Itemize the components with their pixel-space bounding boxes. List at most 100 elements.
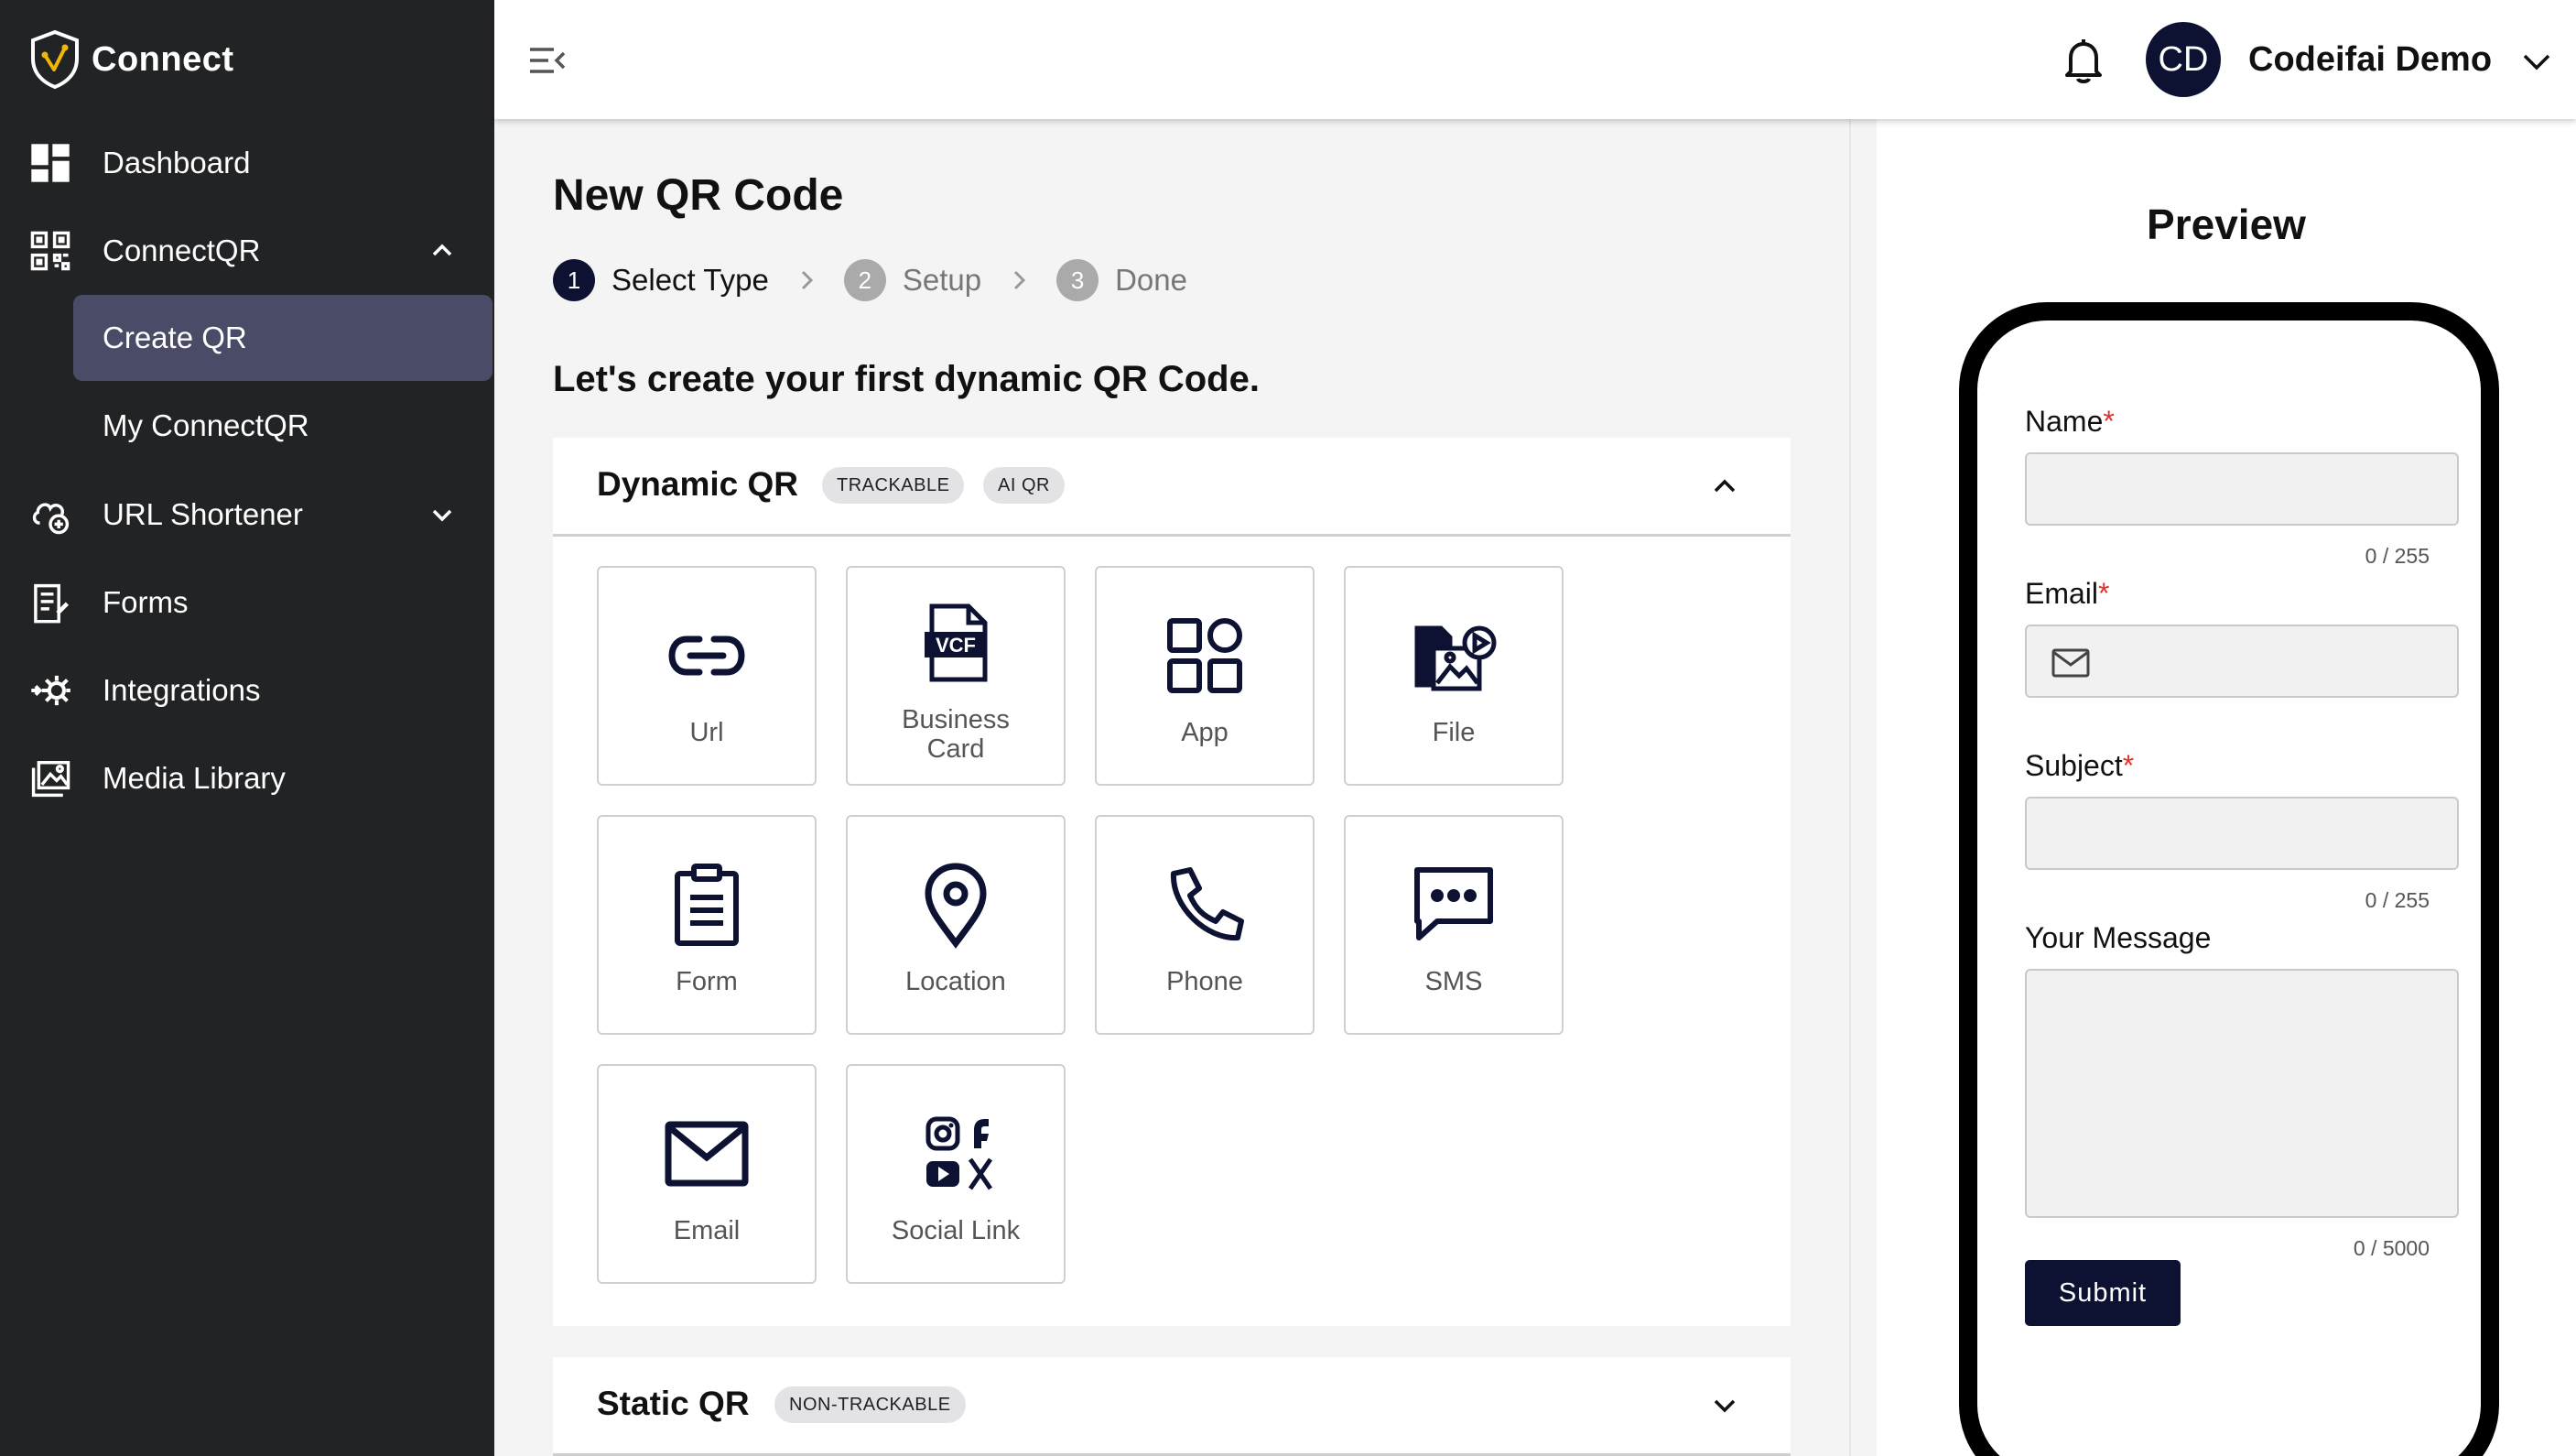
sidebar: Connect Dashboard ConnectQR Create QR My… xyxy=(0,0,494,1456)
file-media-icon xyxy=(1346,612,1562,700)
svg-text:VCF: VCF xyxy=(936,634,976,657)
brand-logo[interactable]: Connect xyxy=(29,29,234,90)
email-label: Email* xyxy=(2025,577,2109,611)
topbar: CD Codeifai Demo xyxy=(494,0,2576,119)
bell-icon[interactable] xyxy=(2058,35,2109,86)
static-qr-section: Static QR NON-TRACKABLE xyxy=(553,1357,1791,1456)
tile-label: SMS xyxy=(1424,967,1483,996)
sidebar-item-forms[interactable]: Forms xyxy=(0,560,494,645)
dynamic-qr-header[interactable]: Dynamic QR TRACKABLE AI QR xyxy=(553,438,1791,537)
tile-label: Location xyxy=(905,967,1006,996)
chevron-right-icon xyxy=(801,270,813,290)
section-title: Dynamic QR xyxy=(597,465,799,503)
menu-collapse-icon[interactable] xyxy=(527,42,568,79)
qr-type-app[interactable]: App xyxy=(1095,566,1315,786)
step-number: 3 xyxy=(1056,259,1099,301)
dynamic-qr-section: Dynamic QR TRACKABLE AI QR Url VCF Busin… xyxy=(553,438,1791,1326)
required-mark: * xyxy=(2098,577,2110,610)
qr-type-location[interactable]: Location xyxy=(846,815,1066,1035)
envelope-icon xyxy=(599,1110,815,1198)
sidebar-item-create-qr[interactable]: Create QR xyxy=(73,295,492,381)
tile-label: App xyxy=(1181,718,1228,747)
link-icon xyxy=(599,612,815,700)
step-label: Done xyxy=(1115,263,1187,297)
avatar[interactable]: CD xyxy=(2146,22,2221,97)
preview-panel: Preview Name* 0 / 255 Email* Subject* 0 … xyxy=(1877,119,2576,1456)
sidebar-item-label: Forms xyxy=(103,585,189,619)
submit-button[interactable]: Submit xyxy=(2025,1260,2181,1326)
qr-type-url[interactable]: Url xyxy=(597,566,817,786)
column-divider xyxy=(1849,119,1877,1456)
mail-icon xyxy=(2051,648,2090,678)
tile-label: File xyxy=(1432,718,1476,747)
step-label: Setup xyxy=(902,263,982,297)
sidebar-item-integrations[interactable]: Integrations xyxy=(0,648,494,733)
forms-icon xyxy=(27,580,73,625)
email-field[interactable] xyxy=(2025,625,2459,698)
message-char-counter: 0 / 5000 xyxy=(2353,1236,2430,1260)
subheading: Let's create your first dynamic QR Code. xyxy=(553,359,1260,399)
sidebar-item-label: Media Library xyxy=(103,761,286,795)
user-name[interactable]: Codeifai Demo xyxy=(2248,40,2492,80)
sidebar-item-label: ConnectQR xyxy=(103,234,261,267)
social-icons xyxy=(848,1110,1064,1198)
sms-icon xyxy=(1346,861,1562,949)
field-label-text: Name xyxy=(2025,405,2104,438)
ai-qr-badge: AI QR xyxy=(983,467,1065,504)
section-title: Static QR xyxy=(597,1385,750,1422)
qr-type-file[interactable]: File xyxy=(1344,566,1564,786)
app-grid-icon xyxy=(1097,612,1313,700)
step-select-type: 1 Select Type xyxy=(553,259,769,301)
phone-icon xyxy=(1097,861,1313,949)
qr-type-business-card[interactable]: VCF Business Card xyxy=(846,566,1066,786)
phone-frame: Name* 0 / 255 Email* Subject* 0 / 255 Yo… xyxy=(1959,302,2499,1456)
chevron-right-icon xyxy=(1014,270,1026,290)
chevron-down-icon[interactable] xyxy=(2521,48,2552,75)
brand-name: Connect xyxy=(92,39,234,79)
static-qr-header[interactable]: Static QR NON-TRACKABLE xyxy=(553,1357,1791,1456)
trackable-badge: TRACKABLE xyxy=(822,467,965,504)
qr-type-email[interactable]: Email xyxy=(597,1064,817,1284)
sidebar-item-media-library[interactable]: Media Library xyxy=(0,736,494,820)
main-content: New QR Code 1 Select Type 2 Setup 3 Done… xyxy=(494,119,1849,1456)
chevron-up-icon[interactable] xyxy=(1710,473,1739,500)
qr-type-phone[interactable]: Phone xyxy=(1095,815,1315,1035)
page-title: New QR Code xyxy=(553,171,844,220)
preview-title: Preview xyxy=(2147,201,2306,248)
tile-label: Email xyxy=(673,1216,741,1245)
qr-type-social-link[interactable]: Social Link xyxy=(846,1064,1066,1284)
integrations-icon xyxy=(27,668,73,713)
qr-type-sms[interactable]: SMS xyxy=(1344,815,1564,1035)
clipboard-icon xyxy=(599,861,815,949)
sidebar-item-url-shortener[interactable]: URL Shortener xyxy=(0,473,494,557)
sidebar-item-label: Dashboard xyxy=(103,146,251,179)
cloud-link-icon xyxy=(27,492,73,538)
sidebar-item-dashboard[interactable]: Dashboard xyxy=(0,121,494,205)
stepper: 1 Select Type 2 Setup 3 Done xyxy=(553,258,1187,302)
step-number: 2 xyxy=(843,259,886,301)
step-done: 3 Done xyxy=(1056,259,1187,301)
media-library-icon xyxy=(27,755,73,801)
name-label: Name* xyxy=(2025,405,2115,439)
message-label: Your Message xyxy=(2025,921,2212,954)
name-field[interactable] xyxy=(2025,452,2459,526)
sidebar-item-label: My ConnectQR xyxy=(103,408,309,442)
step-label: Select Type xyxy=(612,263,769,297)
sidebar-item-connectqr[interactable]: ConnectQR xyxy=(0,209,494,293)
tile-label: Form xyxy=(676,967,738,996)
chevron-up-icon[interactable] xyxy=(428,237,456,265)
chevron-down-icon[interactable] xyxy=(1710,1392,1739,1419)
sidebar-item-label: URL Shortener xyxy=(103,497,303,531)
required-mark: * xyxy=(2122,749,2135,782)
sidebar-item-my-connectqr[interactable]: My ConnectQR xyxy=(73,383,492,469)
qr-type-form[interactable]: Form xyxy=(597,815,817,1035)
sidebar-item-label: Integrations xyxy=(103,673,261,707)
sidebar-item-label: Create QR xyxy=(103,321,247,354)
shield-logo-icon xyxy=(31,29,79,90)
chevron-down-icon[interactable] xyxy=(428,501,456,528)
message-textarea[interactable] xyxy=(2025,969,2459,1218)
step-number: 1 xyxy=(553,259,595,301)
subject-label: Subject* xyxy=(2025,749,2134,783)
field-label-text: Subject xyxy=(2025,749,2123,782)
subject-field[interactable] xyxy=(2025,797,2459,870)
